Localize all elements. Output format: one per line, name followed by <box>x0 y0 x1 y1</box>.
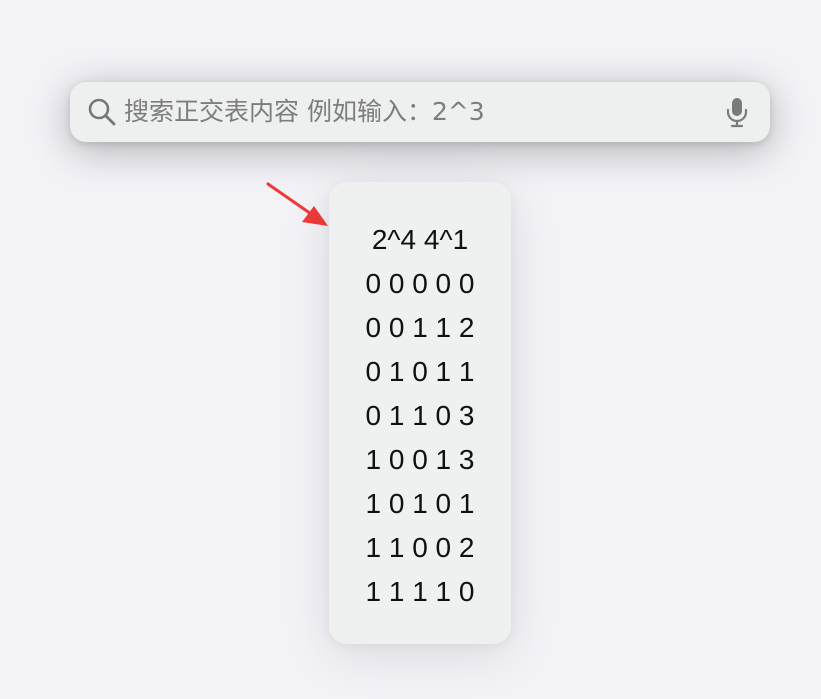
table-row: 1 1 1 1 0 <box>365 576 475 607</box>
orthogonal-table-card: 2^4 4^1 0 0 0 0 0 0 0 1 1 2 0 1 0 1 1 0 … <box>329 182 511 644</box>
search-bar[interactable]: 搜索正交表内容 例如输入：2^3 <box>70 82 770 142</box>
microphone-icon[interactable] <box>724 96 750 128</box>
table-row: 1 0 1 0 1 <box>365 488 475 519</box>
orthogonal-table: 2^4 4^1 0 0 0 0 0 0 0 1 1 2 0 1 0 1 1 0 … <box>329 218 511 614</box>
table-row: 1 1 0 0 2 <box>365 532 475 563</box>
table-row: 1 0 0 1 3 <box>365 444 475 475</box>
search-icon <box>88 98 116 126</box>
search-input[interactable]: 搜索正交表内容 例如输入：2^3 <box>124 82 485 142</box>
table-row: 0 0 1 1 2 <box>365 312 475 343</box>
arrow-icon <box>266 182 328 226</box>
table-header: 2^4 4^1 <box>371 224 469 255</box>
table-row: 0 1 0 1 1 <box>365 356 475 387</box>
table-row: 0 0 0 0 0 <box>365 268 475 299</box>
table-row: 0 1 1 0 3 <box>365 400 475 431</box>
